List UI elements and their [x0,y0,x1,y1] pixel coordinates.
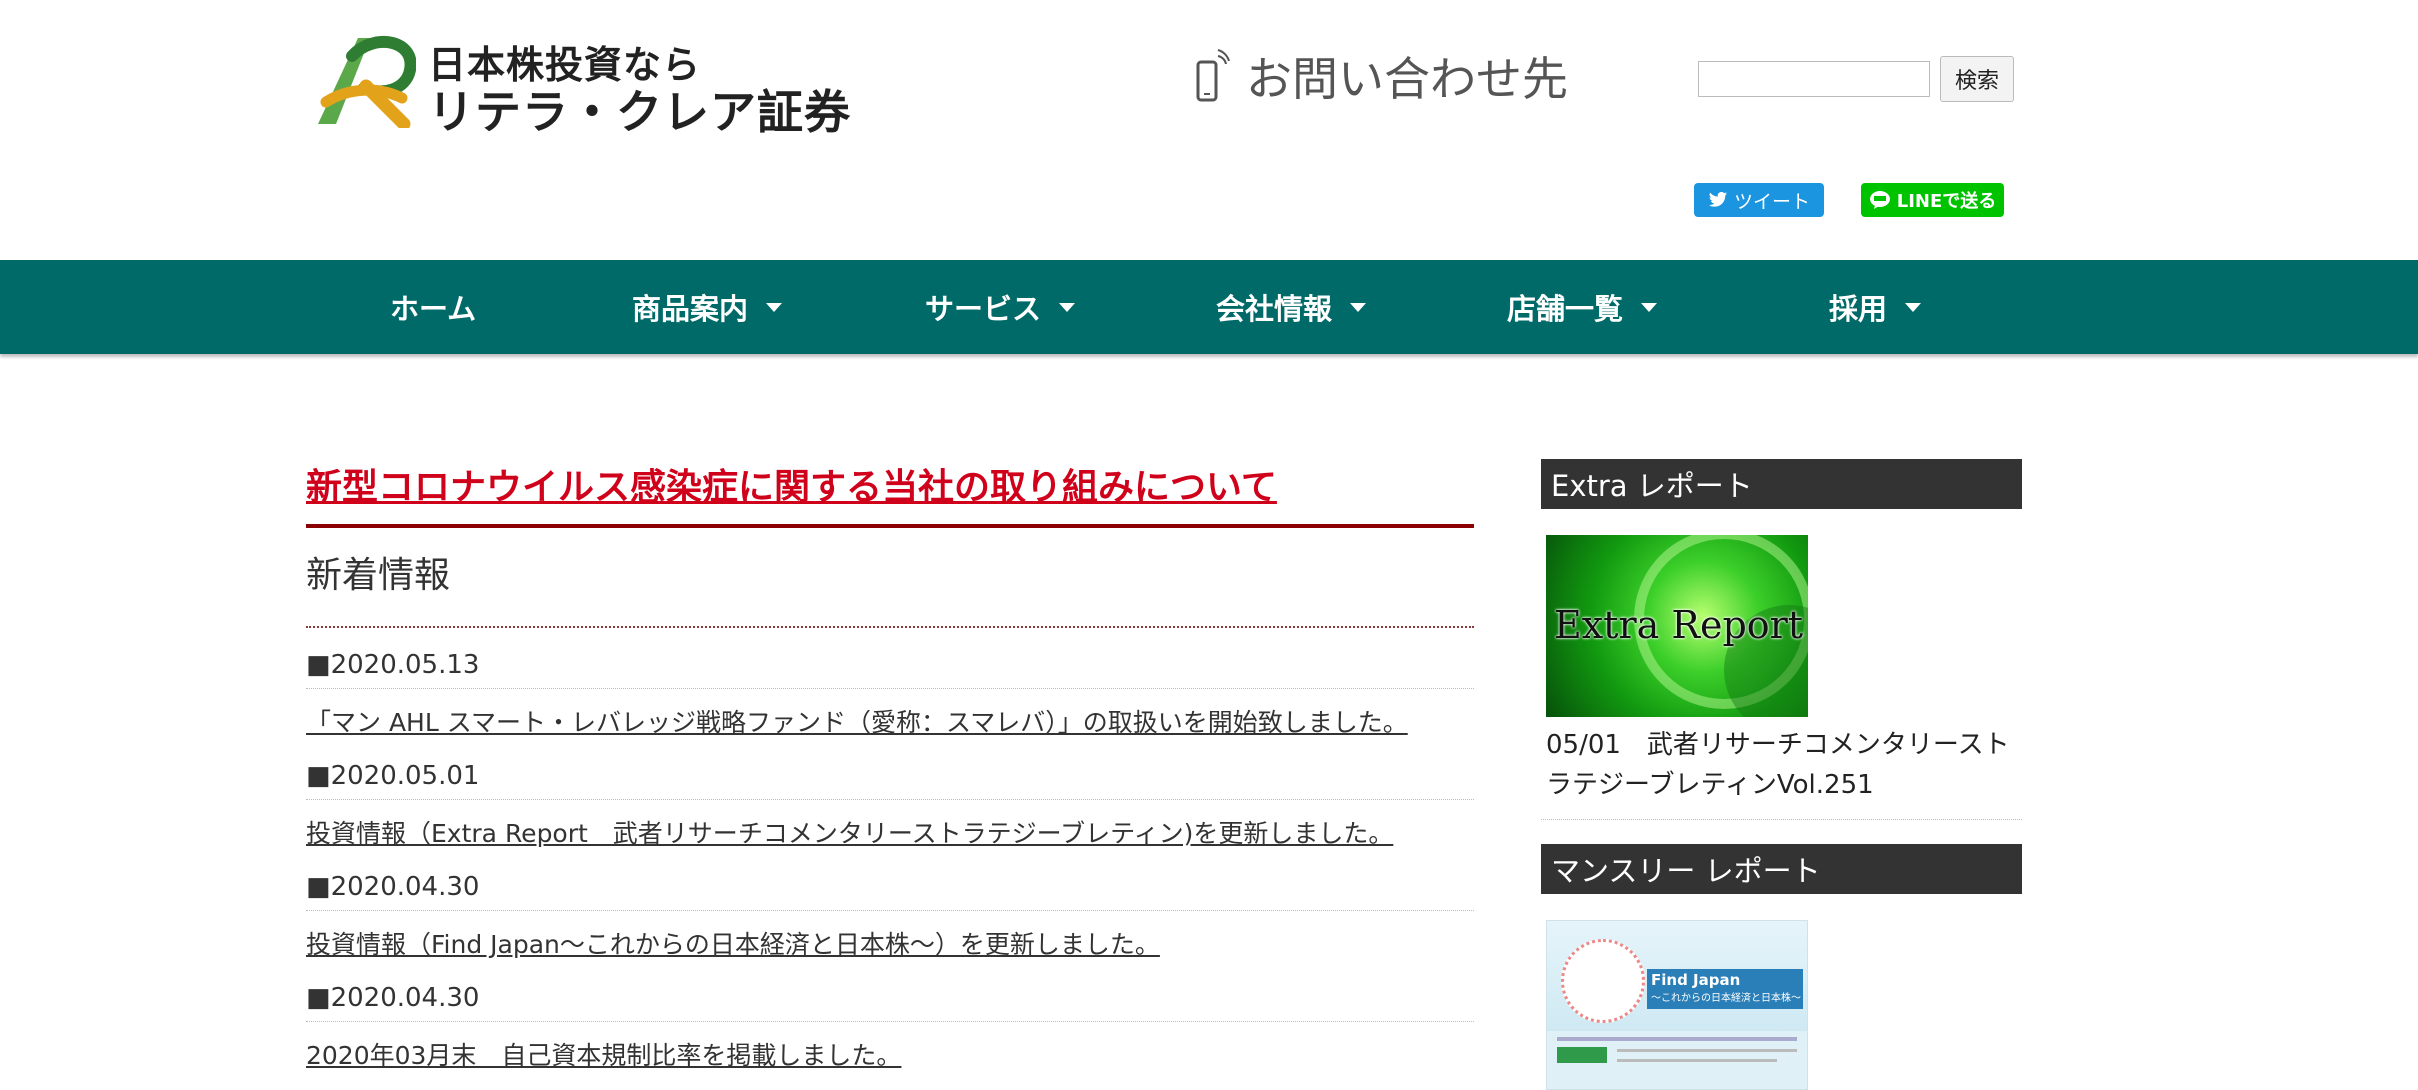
tweet-button[interactable]: ツイート [1694,183,1824,217]
site-search: 検索 [1698,56,2014,102]
news-link[interactable]: 2020年03月末 自己資本規制比率を掲載しました。 [306,1022,901,1072]
caret-down-icon [1059,302,1076,312]
caret-down-icon [1905,302,1922,312]
sidebar: Extra レポート Extra Report 05/01 武者リサーチコメンタ… [1541,459,2022,1090]
search-input[interactable] [1698,61,1930,97]
line-logo-icon [1869,190,1891,210]
news-item: ■2020.04.30 2020年03月末 自己資本規制比率を掲載しました。 [306,961,1474,1072]
covid-divider [306,524,1474,528]
site-logo[interactable]: 日本株投資なら リテラ・クレア証券 [312,30,850,139]
news-link[interactable]: 投資情報（Find Japan～これからの日本経済と日本株～）を更新しました。 [306,911,1160,961]
twitter-bird-icon [1708,191,1728,209]
search-button[interactable]: 検索 [1940,56,2014,102]
nav-item-stores[interactable]: 店舗一覧 [1507,260,1658,354]
news-date: ■2020.05.01 [306,739,1474,800]
line-share-button[interactable]: LINEで送る [1861,183,2004,217]
main-content: 新型コロナウイルス感染症に関する当社の取り組みについて 新着情報 ■2020.0… [306,458,1474,1072]
nav-item-label: ホーム [390,292,477,326]
nav-item-label: 店舗一覧 [1507,292,1624,326]
logo-company-name: リテラ・クレア証券 [428,85,851,139]
nav-item-products[interactable]: 商品案内 [632,260,783,354]
thumbnail-decoration [1617,1059,1777,1062]
monthly-report-thumbnail[interactable]: Find Japan 〜これからの日本経済と日本株〜 [1546,920,1808,1090]
news-date: ■2020.04.30 [306,961,1474,1022]
extra-report-caption[interactable]: 05/01 武者リサーチコメンタリーストラテジーブレティンVol.251 [1546,725,2016,805]
nav-item-services[interactable]: サービス [925,260,1076,354]
caret-down-icon [1350,302,1367,312]
contact-link[interactable]: お問い合わせ先 [1196,46,1568,106]
line-share-label: LINEで送る [1896,191,1997,212]
japan-map-icon [1561,939,1645,1023]
news-item: ■2020.04.30 投資情報（Find Japan～これからの日本経済と日本… [306,850,1474,961]
covid-notice-link[interactable]: 新型コロナウイルス感染症に関する当社の取り組みについて [306,458,1474,510]
sidebar-divider [1541,819,2022,820]
news-item: ■2020.05.13 「マン AHL スマート・レバレッジ戦略ファンド（愛称：… [306,628,1474,739]
main-nav: ホーム 商品案内 サービス 会社情報 店舗一覧 採用 [0,260,2418,354]
nav-item-company[interactable]: 会社情報 [1216,260,1367,354]
mobile-phone-icon [1196,49,1230,102]
nav-item-label: 商品案内 [632,292,749,326]
monthly-report-heading: マンスリー レポート [1541,844,2022,894]
monthly-thumbnail-subtitle: 〜これからの日本経済と日本株〜 [1651,993,1801,1004]
thumbnail-decoration [1617,1049,1797,1052]
logo-mark-icon [318,36,416,128]
nav-item-home[interactable]: ホーム [390,260,476,354]
caret-down-icon [1641,302,1658,312]
tweet-label: ツイート [1733,190,1810,213]
nav-item-label: 採用 [1829,292,1888,326]
nav-item-label: サービス [925,292,1042,326]
extra-report-heading: Extra レポート [1541,459,2022,509]
monthly-thumbnail-title: Find Japan [1651,971,1741,989]
news-date: ■2020.04.30 [306,850,1474,911]
extra-report-thumbnail-text: Extra Report [1554,603,1804,647]
news-heading: 新着情報 [306,555,451,596]
news-date: ■2020.05.13 [306,628,1474,689]
thumbnail-decoration [1557,1047,1607,1063]
extra-report-thumbnail[interactable]: Extra Report [1546,535,1808,717]
contact-label: お問い合わせ先 [1246,52,1568,106]
nav-item-label: 会社情報 [1216,292,1333,326]
thumbnail-decoration [1557,1037,1797,1041]
caret-down-icon [766,302,783,312]
news-link[interactable]: 「マン AHL スマート・レバレッジ戦略ファンド（愛称：スマレバ）」の取扱いを開… [306,689,1408,739]
news-item: ■2020.05.01 投資情報（Extra Report 武者リサーチコメンタ… [306,739,1474,850]
news-link[interactable]: 投資情報（Extra Report 武者リサーチコメンタリーストラテジーブレティ… [306,800,1393,850]
site-header: 日本株投資なら リテラ・クレア証券 お問い合わせ先 検索 ツイート LINEで送… [0,0,2418,260]
nav-item-recruit[interactable]: 採用 [1829,260,1922,354]
